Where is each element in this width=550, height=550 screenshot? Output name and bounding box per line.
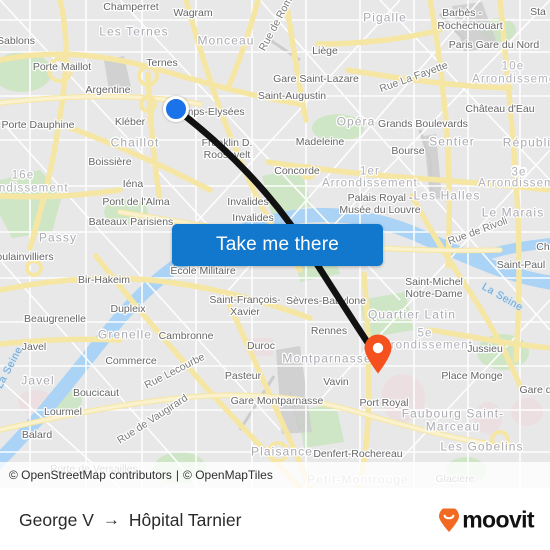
moovit-pin-icon [439,508,460,532]
map-canvas[interactable]: Champerret Wagram Rue de Rome Pigalle Barbès… [0,0,550,488]
take-me-there-label: Take me there [216,234,339,255]
take-me-there-button[interactable]: Take me there [172,224,383,266]
destination-marker[interactable] [363,334,393,374]
origin-marker[interactable] [163,96,189,122]
moovit-logo[interactable]: moovit [438,506,535,534]
footer-bar: George V → Hôpital Tarnier moovit [0,488,550,550]
map-pin-icon [364,334,392,374]
arrow-right-icon: → [102,510,120,529]
attribution-osm[interactable]: © OpenStreetMap contributors [9,468,172,482]
moovit-wordmark: moovit [462,506,534,533]
moovit-route-map-screen: Champerret Wagram Rue de Rome Pigalle Barbès… [0,0,550,550]
attribution-tiles[interactable]: © OpenMapTiles [183,468,273,482]
map-attribution: © OpenStreetMap contributors | © OpenMap… [0,462,550,488]
route-origin-label: George V [19,509,94,530]
attribution-separator: | [175,468,180,482]
route-title: George V → Hôpital Tarnier [19,510,241,531]
route-destination-label: Hôpital Tarnier [128,509,242,530]
